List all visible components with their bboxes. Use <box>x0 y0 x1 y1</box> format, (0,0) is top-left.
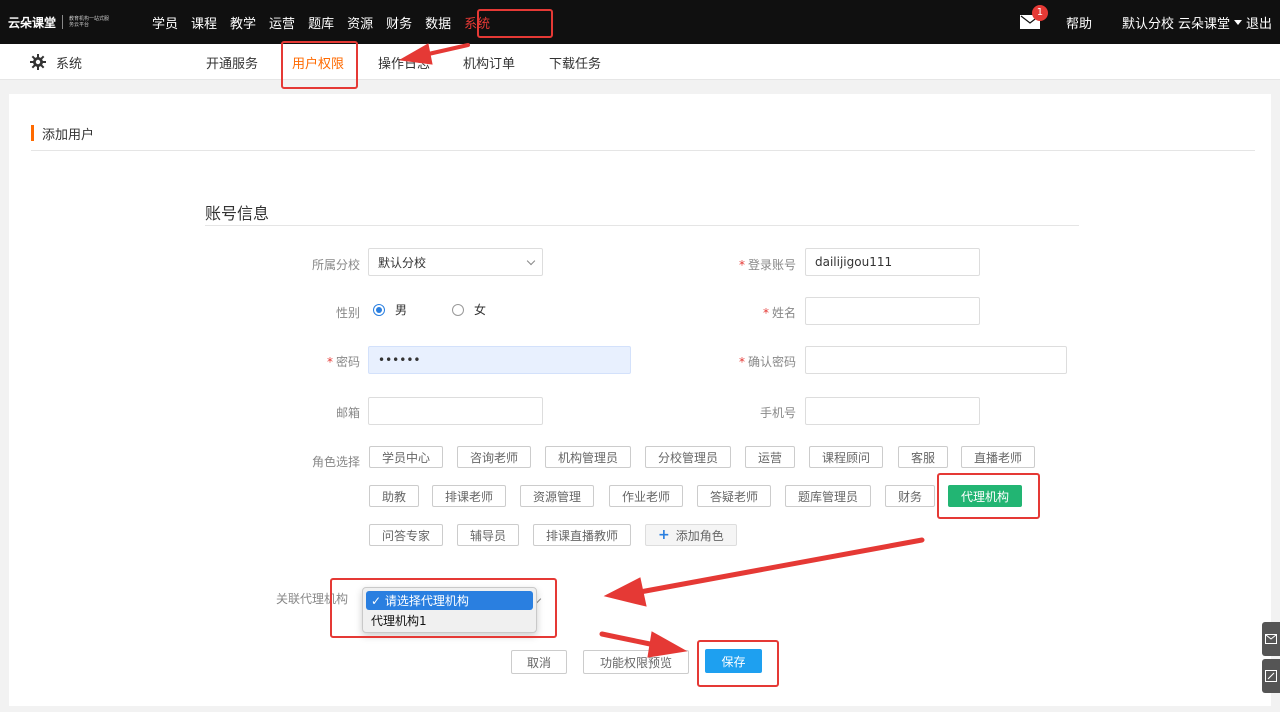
message-side-button[interactable] <box>1262 622 1280 656</box>
main-nav: 学员 课程 教学 运营 题库 资源 财务 数据 系统 <box>152 0 503 44</box>
role-customer-service[interactable]: 客服 <box>898 446 949 468</box>
role-question-bank-admin[interactable]: 题库管理员 <box>785 485 872 507</box>
login-input[interactable]: dailijigou111 <box>805 248 980 276</box>
phone-input[interactable] <box>805 397 980 425</box>
nav-item-teaching[interactable]: 教学 <box>230 13 256 32</box>
role-scheduler[interactable]: 排课老师 <box>432 485 507 507</box>
top-right-area: 1 帮助 默认分校 云朵课堂 退出 <box>1019 0 1272 44</box>
tab-agency-orders[interactable]: 机构订单 <box>463 53 515 72</box>
email-input[interactable] <box>368 397 543 425</box>
logout-link[interactable]: 退出 <box>1246 13 1272 32</box>
mail-badge: 1 <box>1031 5 1048 21</box>
section-heading: 账号信息 <box>205 204 270 223</box>
plus-icon: + <box>658 527 670 543</box>
gender-female-radio[interactable]: 女 <box>452 301 486 318</box>
login-label: * 登录账号 <box>738 258 796 272</box>
gender-female-label: 女 <box>474 303 487 317</box>
annotation-box-save <box>697 640 779 687</box>
role-finance[interactable]: 财务 <box>885 485 936 507</box>
role-agency-admin[interactable]: 机构管理员 <box>545 446 632 468</box>
card-title: 添加用户 <box>42 127 95 143</box>
password-value: •••••• <box>378 353 421 367</box>
section-title: 系统 <box>30 44 82 80</box>
nav-item-question-bank[interactable]: 题库 <box>308 13 334 32</box>
nav-item-data[interactable]: 数据 <box>425 13 451 32</box>
card-header: 添加用户 <box>31 124 95 143</box>
gender-label: 性别 <box>335 306 360 320</box>
edit-icon <box>1265 670 1277 682</box>
top-navbar: 云朵课堂 教育机构一站式服务云平台 学员 课程 教学 运营 题库 资源 财务 数… <box>0 0 1280 44</box>
role-live-teacher[interactable]: 直播老师 <box>961 446 1036 468</box>
tab-operation-log[interactable]: 操作日志 <box>378 53 430 72</box>
sub-navbar: 系统 开通服务 用户权限 操作日志 机构订单 下载任务 <box>0 44 1280 80</box>
role-assistant[interactable]: 助教 <box>369 485 420 507</box>
logo[interactable]: 云朵课堂 教育机构一站式服务云平台 <box>8 12 109 32</box>
logo-separator <box>62 15 64 29</box>
gender-male-radio[interactable]: 男 <box>373 301 407 318</box>
role-course-advisor[interactable]: 课程顾问 <box>809 446 884 468</box>
tab-download-tasks[interactable]: 下载任务 <box>549 53 601 72</box>
mail-icon <box>1265 634 1277 644</box>
gear-icon <box>30 54 46 70</box>
annotation-box-role <box>937 473 1040 519</box>
login-value: dailijigou111 <box>815 255 893 269</box>
header-accent-bar <box>31 125 34 141</box>
role-consultant[interactable]: 咨询老师 <box>457 446 532 468</box>
divider <box>205 225 1079 226</box>
role-resource-manager[interactable]: 资源管理 <box>520 485 595 507</box>
email-label: 邮箱 <box>335 406 360 420</box>
annotation-box-nav-system <box>477 9 553 38</box>
role-counselor[interactable]: 辅导员 <box>457 524 520 546</box>
role-live-scheduler[interactable]: 排课直播教师 <box>533 524 632 546</box>
nav-item-students[interactable]: 学员 <box>152 13 178 32</box>
phone-label: 手机号 <box>759 406 796 420</box>
nav-item-courses[interactable]: 课程 <box>191 13 217 32</box>
role-student-center[interactable]: 学员中心 <box>369 446 444 468</box>
confirm-password-input[interactable] <box>805 346 1067 374</box>
divider <box>31 150 1255 151</box>
radio-checked-icon <box>373 303 385 316</box>
user-menu[interactable]: 云朵课堂 <box>1178 13 1230 32</box>
name-input[interactable] <box>805 297 980 325</box>
caret-down-icon[interactable] <box>1233 19 1242 25</box>
nav-item-finance[interactable]: 财务 <box>386 13 412 32</box>
add-role-button[interactable]: + 添加角色 <box>645 524 737 546</box>
form-card: 添加用户 账号信息 <box>9 94 1271 706</box>
branch-name: 默认分校 <box>1121 16 1174 32</box>
chevron-down-icon <box>526 256 536 266</box>
role-operations[interactable]: 运营 <box>745 446 796 468</box>
permission-preview-button[interactable]: 功能权限预览 <box>583 650 689 674</box>
password-input[interactable]: •••••• <box>368 346 631 374</box>
tab-open-service[interactable]: 开通服务 <box>206 53 258 72</box>
side-toolbar <box>1262 622 1280 696</box>
nav-item-resources[interactable]: 资源 <box>347 13 373 32</box>
radio-unchecked-icon <box>452 303 464 316</box>
confirm-password-label: * 确认密码 <box>738 355 796 369</box>
annotation-box-dropdown <box>330 578 557 638</box>
name-label: * 姓名 <box>762 306 796 320</box>
logo-tagline: 教育机构一站式服务云平台 <box>69 16 110 28</box>
branch-select[interactable]: 默认分校 <box>368 248 543 276</box>
annotation-box-tab <box>281 41 358 89</box>
section-title-text: 系统 <box>56 56 83 72</box>
role-branch-admin[interactable]: 分校管理员 <box>645 446 732 468</box>
roles-label: 角色选择 <box>311 455 360 469</box>
cancel-button[interactable]: 取消 <box>511 650 567 674</box>
password-label: * 密码 <box>326 355 360 369</box>
role-qa-teacher[interactable]: 答疑老师 <box>697 485 772 507</box>
gender-male-label: 男 <box>395 303 408 317</box>
help-link[interactable]: 帮助 <box>1066 13 1092 32</box>
mail-icon[interactable]: 1 <box>1019 5 1048 29</box>
branch-select-value: 默认分校 <box>378 255 427 270</box>
role-homework-teacher[interactable]: 作业老师 <box>609 485 684 507</box>
logo-name: 云朵课堂 <box>8 15 57 30</box>
role-qa-expert[interactable]: 问答专家 <box>369 524 444 546</box>
edit-side-button[interactable] <box>1262 659 1280 693</box>
nav-item-operations[interactable]: 运营 <box>269 13 295 32</box>
branch-label: 所属分校 <box>311 258 360 272</box>
